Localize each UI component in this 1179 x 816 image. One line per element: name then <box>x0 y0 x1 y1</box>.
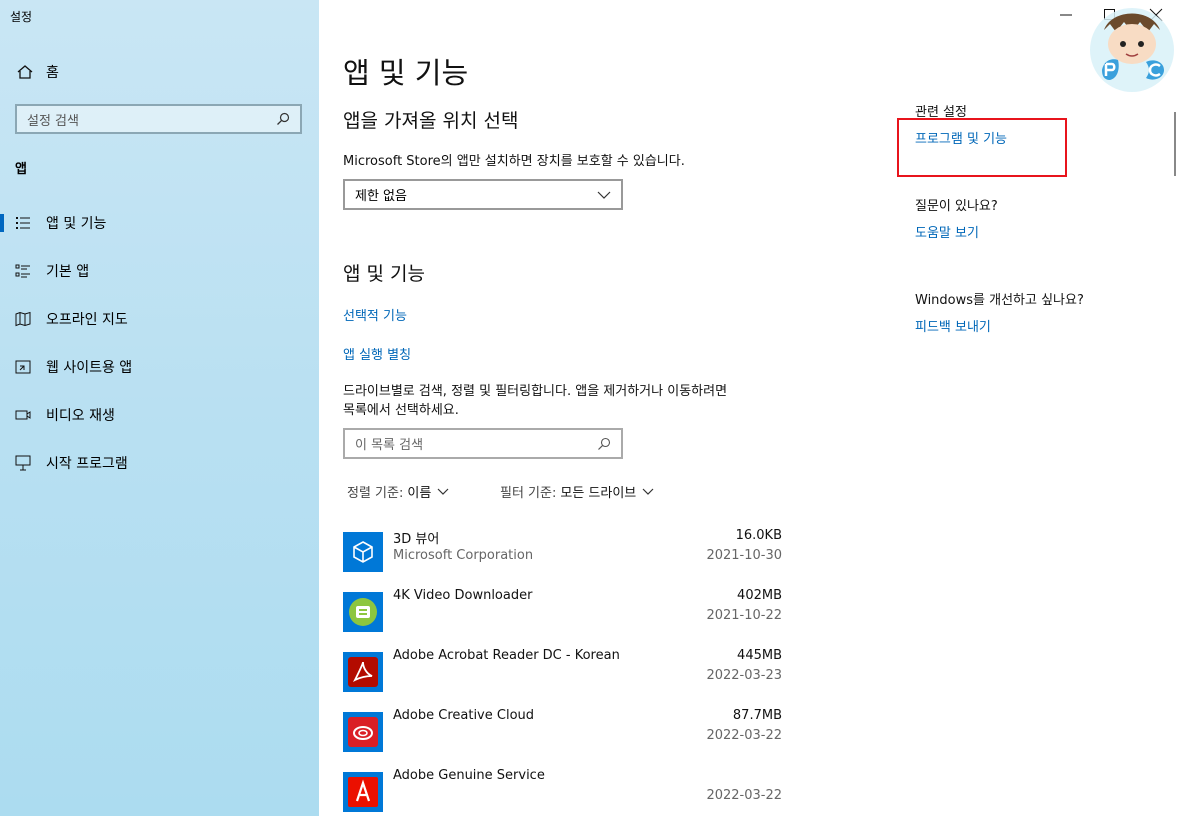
app-name: 4K Video Downloader <box>393 588 533 603</box>
sidebar-item-label: 비디오 재생 <box>46 408 115 424</box>
install-source-description: Microsoft Store의 앱만 설치하면 장치를 보호할 수 있습니다. <box>343 154 685 169</box>
adobe-genuine-icon <box>343 772 383 812</box>
4k-video-downloader-icon <box>343 592 383 632</box>
app-size: 87.7MB <box>732 708 782 723</box>
app-list-item[interactable]: Adobe Acrobat Reader DC - Korean 445MB 2… <box>343 646 783 706</box>
app-size: 16.0KB <box>735 528 782 543</box>
app-name: Adobe Genuine Service <box>393 768 545 783</box>
app-date: 2021-10-22 <box>706 608 782 623</box>
app-execution-aliases-link[interactable]: 앱 실행 별칭 <box>343 344 411 363</box>
apps-features-heading: 앱 및 기능 <box>343 263 425 285</box>
sidebar-item-label: 웹 사이트용 앱 <box>46 360 133 376</box>
sidebar-item-default-apps[interactable]: 기본 앱 <box>0 253 319 289</box>
home-nav-item[interactable]: 홈 <box>16 62 59 82</box>
filter-description-line1: 드라이브별로 검색, 정렬 및 필터링합니다. 앱을 제거하거나 이동하려면 <box>343 384 728 399</box>
settings-search-placeholder: 설정 검색 <box>27 113 79 129</box>
watermark-mascot-icon <box>1090 8 1174 92</box>
video-playback-icon <box>15 410 31 420</box>
filter-by-dropdown[interactable]: 필터 기준: 모든 드라이브 <box>500 482 654 501</box>
app-list-item[interactable]: Adobe Genuine Service 2022-03-22 <box>343 766 783 816</box>
sidebar-item-apps-websites[interactable]: 웹 사이트용 앱 <box>0 349 319 385</box>
sidebar-item-label: 앱 및 기능 <box>46 216 107 232</box>
app-list-item[interactable]: 4K Video Downloader 402MB 2021-10-22 <box>343 586 783 646</box>
3d-viewer-icon <box>343 532 383 572</box>
scrollbar[interactable] <box>1174 112 1176 176</box>
filter-by-value: 모든 드라이브 <box>560 486 637 501</box>
creative-cloud-icon <box>343 712 383 752</box>
app-list-item[interactable]: 3D 뷰어 Microsoft Corporation 16.0KB 2021-… <box>343 526 783 586</box>
sidebar-item-startup[interactable]: 시작 프로그램 <box>0 445 319 481</box>
filter-description-line2: 목록에서 선택하세요. <box>343 403 459 418</box>
install-source-dropdown[interactable]: 제한 없음 <box>343 179 623 210</box>
install-source-value: 제한 없음 <box>355 189 407 204</box>
app-date: 2021-10-30 <box>706 548 782 563</box>
install-source-heading: 앱을 가져올 위치 선택 <box>343 110 519 132</box>
sidebar-item-label: 시작 프로그램 <box>46 456 128 472</box>
app-date: 2022-03-22 <box>706 788 782 803</box>
app-date: 2022-03-23 <box>706 668 782 683</box>
default-apps-icon <box>15 264 30 278</box>
sidebar-item-label: 오프라인 지도 <box>46 312 128 328</box>
app-publisher: Microsoft Corporation <box>393 548 534 563</box>
app-name: Adobe Creative Cloud <box>393 708 535 723</box>
startup-icon <box>15 455 31 471</box>
settings-sidebar: 설정 홈 설정 검색 앱 앱 및 기능 기본 앱 오프라인 지도 웹 사이트용 … <box>0 0 319 816</box>
app-date: 2022-03-22 <box>706 728 782 743</box>
sidebar-item-apps-features[interactable]: 앱 및 기능 <box>0 205 319 241</box>
app-list-item[interactable]: Adobe Creative Cloud 87.7MB 2022-03-22 <box>343 706 783 766</box>
chevron-down-icon <box>437 488 449 495</box>
app-size: 445MB <box>737 648 782 663</box>
acrobat-reader-icon <box>343 652 383 692</box>
chevron-down-icon <box>597 191 611 199</box>
app-list-search-input[interactable]: 이 목록 검색 <box>343 428 623 459</box>
sort-by-dropdown[interactable]: 정렬 기준: 이름 <box>347 482 449 501</box>
apps-websites-icon <box>15 360 31 374</box>
optional-features-link[interactable]: 선택적 기능 <box>343 305 407 324</box>
search-icon <box>277 112 290 125</box>
sidebar-item-video-playback[interactable]: 비디오 재생 <box>0 397 319 433</box>
sidebar-item-label: 기본 앱 <box>46 264 90 280</box>
section-label-apps: 앱 <box>15 162 27 177</box>
apps-features-icon <box>16 217 30 229</box>
sidebar-item-offline-maps[interactable]: 오프라인 지도 <box>0 301 319 337</box>
app-list-search-placeholder: 이 목록 검색 <box>355 438 424 453</box>
offline-maps-icon <box>15 311 31 327</box>
give-feedback-link[interactable]: 피드백 보내기 <box>915 316 991 335</box>
minimize-icon[interactable] <box>1059 8 1073 22</box>
app-size: 402MB <box>737 588 782 603</box>
improve-windows-heading: Windows를 개선하고 싶나요? <box>915 293 1084 308</box>
question-heading: 질문이 있나요? <box>915 199 998 214</box>
highlight-box <box>897 118 1067 177</box>
search-icon <box>598 437 611 450</box>
page-title: 앱 및 기능 <box>343 56 469 90</box>
window-title: 설정 <box>10 10 33 24</box>
chevron-down-icon <box>642 488 654 495</box>
sort-by-label: 정렬 기준: <box>347 486 404 501</box>
get-help-link[interactable]: 도움말 보기 <box>915 222 979 241</box>
filter-by-label: 필터 기준: <box>500 486 557 501</box>
settings-search-input[interactable]: 설정 검색 <box>15 104 302 134</box>
app-name: Adobe Acrobat Reader DC - Korean <box>393 648 620 663</box>
home-icon <box>17 65 33 79</box>
home-label: 홈 <box>46 65 59 81</box>
main-content: 앱 및 기능 앱을 가져올 위치 선택 Microsoft Store의 앱만 … <box>319 0 1179 816</box>
app-name: 3D 뷰어 <box>393 532 440 547</box>
sort-by-value: 이름 <box>407 486 432 501</box>
